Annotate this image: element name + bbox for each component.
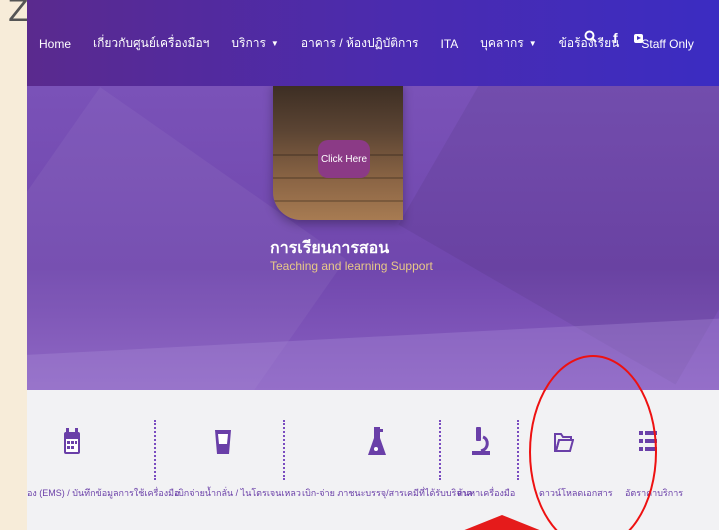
nav-item[interactable]: บริการ ▼: [231, 34, 278, 53]
card-subtitle: Teaching and learning Support: [270, 259, 433, 273]
chevron-down-icon: ▼: [528, 39, 537, 48]
nav-icons: f: [584, 30, 643, 46]
nav-item[interactable]: เกี่ยวกับศูนย์เครื่องมือฯ: [93, 34, 209, 53]
hero-section: Click Here การเรียนการสอน Teaching and l…: [27, 86, 719, 390]
nav-item-label: เกี่ยวกับศูนย์เครื่องมือฯ: [93, 36, 210, 50]
cup-icon: [215, 430, 231, 454]
divider: [154, 420, 156, 480]
service-label: อง (EMS) / บันทึกข้อมูลการใช้เครื่องมือ: [27, 488, 180, 498]
nav-item-label: ITA: [440, 36, 459, 51]
nav-item-label: อาคาร / ห้องปฏิบัติการ: [300, 36, 419, 50]
facebook-icon[interactable]: f: [613, 30, 618, 46]
website-page: Home เกี่ยวกับศูนย์เครื่องมือฯ บริการ ▼ อาคา…: [27, 0, 719, 530]
divider: [283, 420, 285, 480]
nav-item[interactable]: Staff Only: [641, 37, 693, 51]
top-navbar: Home เกี่ยวกับศูนย์เครื่องมือฯ บริการ ▼ อาคา…: [27, 0, 719, 86]
microscope-icon: [472, 427, 490, 455]
youtube-icon[interactable]: [633, 30, 643, 46]
nav-item-label: Home: [39, 36, 72, 51]
calendar-icon: [64, 428, 80, 454]
click-here-button[interactable]: Click Here: [318, 140, 370, 178]
corner-glyph: Z: [8, 0, 29, 29]
nav-item[interactable]: Home: [39, 37, 71, 51]
divider: [439, 420, 441, 480]
nav-item-label: Staff Only: [641, 36, 694, 51]
flask-icon: [368, 427, 386, 455]
teaching-photo-card[interactable]: Click Here: [273, 86, 403, 220]
search-icon[interactable]: [584, 30, 597, 46]
nav-item-label: บุคลากร: [480, 36, 524, 50]
service-label: ค้นหาเครื่องมือ: [457, 488, 516, 498]
service-label: เบิกจ่ายน้ำกลั่น / ไนโตรเจนเหลว: [175, 488, 301, 498]
nav-item[interactable]: บุคลากร ▼: [480, 34, 536, 53]
nav-item[interactable]: ITA: [441, 37, 459, 51]
nav-item-label: บริการ: [231, 36, 266, 50]
card-title[interactable]: การเรียนการสอน: [270, 236, 389, 261]
chevron-down-icon: ▼: [270, 39, 279, 48]
service-label: เบิก-จ่าย ภาชนะบรรจุ/สารเคมีที่ได้รับบริ…: [302, 488, 473, 498]
divider: [517, 420, 519, 480]
annotation-red-arrow: [457, 515, 547, 530]
nav-item[interactable]: อาคาร / ห้องปฏิบัติการ: [301, 34, 419, 53]
